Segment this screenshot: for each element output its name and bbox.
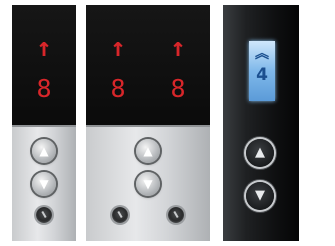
up-call-button[interactable]: ▲ <box>136 139 160 163</box>
key-switch-icon[interactable] <box>168 207 184 223</box>
up-call-button[interactable]: ▲ <box>246 139 274 167</box>
floor-indicator-display: ↑ 8 ↑ 8 <box>86 5 210 125</box>
button-plate: ▲ ▼ <box>86 125 210 241</box>
up-direction-arrow-icon: ︽ <box>255 46 269 62</box>
down-call-button[interactable]: ▼ <box>246 182 274 210</box>
key-switch-icon[interactable] <box>36 207 52 223</box>
hall-panel-glass: ︽ 4 ▲ ▼ <box>223 5 299 241</box>
up-direction-arrow-icon: ↑ <box>36 33 52 63</box>
floor-number: 8 <box>170 74 186 103</box>
down-call-button[interactable]: ▼ <box>32 172 56 196</box>
hall-panel-single: ↑ 8 ▲ ▼ <box>12 5 76 241</box>
button-plate: ▲ ▼ <box>12 125 76 241</box>
floor-number: 8 <box>36 74 52 103</box>
up-direction-arrow-icon: ↑ <box>170 33 186 63</box>
down-call-button[interactable]: ▼ <box>136 172 160 196</box>
up-direction-arrow-icon: ↑ <box>110 33 126 63</box>
key-switch-icon[interactable] <box>112 207 128 223</box>
floor-number: 8 <box>110 74 126 103</box>
floor-number: 4 <box>256 65 268 85</box>
up-call-button[interactable]: ▲ <box>32 139 56 163</box>
lcd-floor-display: ︽ 4 <box>249 41 275 101</box>
floor-indicator-display: ↑ 8 <box>12 5 76 125</box>
hall-panel-dual: ↑ 8 ↑ 8 ▲ ▼ <box>86 5 210 241</box>
